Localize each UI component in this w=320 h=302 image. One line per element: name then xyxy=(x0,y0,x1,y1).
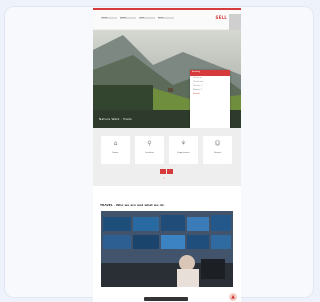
tile-label: Location xyxy=(145,152,154,154)
section-title: TRAVEL · Who we are and what we do xyxy=(100,203,164,207)
tile-label: Guests xyxy=(214,152,221,154)
nav-item[interactable]: Ipsum xyxy=(120,17,136,19)
carousel-dot[interactable]: • xyxy=(163,176,165,180)
bottom-scrollbar[interactable] xyxy=(144,297,188,301)
hero-caption: Nature Walk · Trails xyxy=(99,117,132,121)
booking-popup[interactable]: Booking Check-in Check-out Guests: 2 Roo… xyxy=(190,70,230,128)
nav-item[interactable]: Dolor xyxy=(139,17,155,19)
monitors-photo xyxy=(101,211,233,287)
popup-search-link[interactable]: Search xyxy=(190,92,230,96)
web-page: Lorem Ipsum Dolor Amet SELL Nature Walk … xyxy=(93,8,241,302)
feature-tile[interactable]: ☺ Guests xyxy=(203,136,232,164)
scroll-to-top-icon[interactable]: ▲ xyxy=(229,293,237,301)
trading-room-image[interactable] xyxy=(101,211,233,287)
main-nav: Lorem Ipsum Dolor Amet xyxy=(101,17,174,19)
nav-item[interactable]: Lorem xyxy=(101,17,117,19)
menu-button[interactable] xyxy=(229,14,241,30)
feature-tile[interactable]: ⚲ Location xyxy=(135,136,164,164)
gift-icon: ⚘ xyxy=(180,140,187,147)
top-bar: Lorem Ipsum Dolor Amet SELL xyxy=(93,8,241,30)
carousel-pager xyxy=(160,169,173,174)
home-icon: ⌂ xyxy=(113,140,118,147)
nav-item[interactable]: Amet xyxy=(158,17,174,19)
tile-label: Experiences xyxy=(177,152,190,154)
person-icon: ☺ xyxy=(214,140,221,147)
tile-label: Home xyxy=(112,152,119,154)
pager-next-button[interactable] xyxy=(167,169,173,174)
feature-tile[interactable]: ⌂ Home xyxy=(101,136,130,164)
accent-line xyxy=(93,8,241,10)
features-section: ⌂ Home ⚲ Location ⚘ Experiences ☺ Guests… xyxy=(93,128,241,186)
feature-tile[interactable]: ⚘ Experiences xyxy=(169,136,198,164)
feature-tiles: ⌂ Home ⚲ Location ⚘ Experiences ☺ Guests xyxy=(101,136,232,164)
pin-icon: ⚲ xyxy=(147,140,152,147)
brand-logo[interactable]: SELL xyxy=(215,15,227,20)
pager-prev-button[interactable] xyxy=(160,169,166,174)
hero-banner: Nature Walk · Trails Booking Check-in Ch… xyxy=(93,30,241,128)
